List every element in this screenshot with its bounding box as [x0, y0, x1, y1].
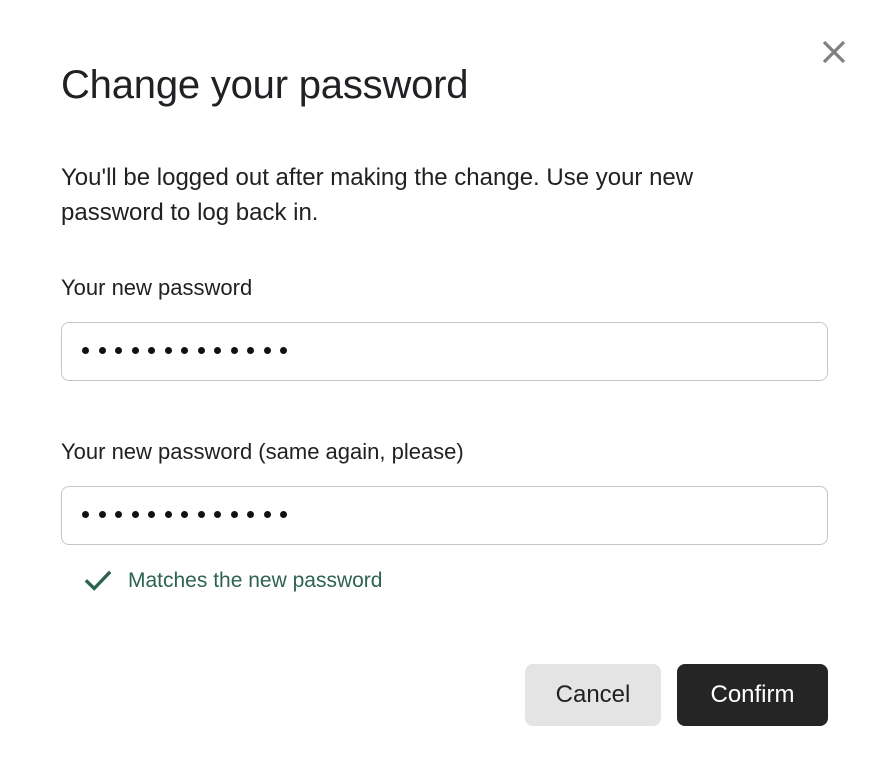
mask-dot: [115, 347, 122, 354]
mask-dot: [164, 347, 172, 354]
mask-dot: [82, 511, 89, 518]
mask-dot: [247, 347, 254, 354]
confirm-password-input[interactable]: [61, 486, 828, 545]
new-password-label: Your new password: [61, 275, 253, 300]
mask-dot: [115, 511, 122, 518]
check-icon: [84, 570, 112, 592]
new-password-input[interactable]: [61, 322, 828, 381]
password-mask-dots: [82, 511, 287, 520]
mask-dot: [197, 511, 205, 518]
mask-dot: [98, 511, 106, 518]
password-match-status: Matches the new password: [84, 568, 383, 594]
mask-dot: [263, 511, 271, 518]
password-match-message: Matches the new password: [128, 569, 383, 592]
dialog-description: You'll be logged out after making the ch…: [61, 164, 694, 226]
mask-dot: [131, 347, 139, 354]
mask-dot: [197, 347, 205, 354]
mask-dot: [148, 511, 155, 518]
mask-dot: [214, 511, 221, 518]
confirm-password-label: Your new password (same again, please): [61, 439, 464, 464]
mask-dot: [230, 347, 238, 354]
mask-dot: [230, 511, 238, 518]
mask-dot: [131, 511, 139, 518]
mask-dot: [247, 511, 254, 518]
mask-dot: [148, 347, 155, 354]
mask-dot: [280, 511, 287, 518]
mask-dot: [263, 347, 271, 354]
mask-dot: [181, 347, 188, 354]
dialog-actions: Cancel Confirm: [0, 664, 828, 726]
close-x-icon: [821, 39, 847, 65]
confirm-button[interactable]: Confirm: [677, 664, 828, 726]
mask-dot: [214, 347, 221, 354]
mask-dot: [82, 347, 89, 354]
mask-dot: [181, 511, 188, 518]
dialog-title: Change your password: [61, 63, 469, 107]
close-button[interactable]: [815, 33, 853, 71]
change-password-dialog: Change your password You'll be logged ou…: [0, 0, 888, 784]
mask-dot: [280, 347, 287, 354]
mask-dot: [164, 511, 172, 518]
mask-dot: [98, 347, 106, 354]
cancel-button[interactable]: Cancel: [525, 664, 661, 726]
password-mask-dots: [82, 347, 287, 356]
